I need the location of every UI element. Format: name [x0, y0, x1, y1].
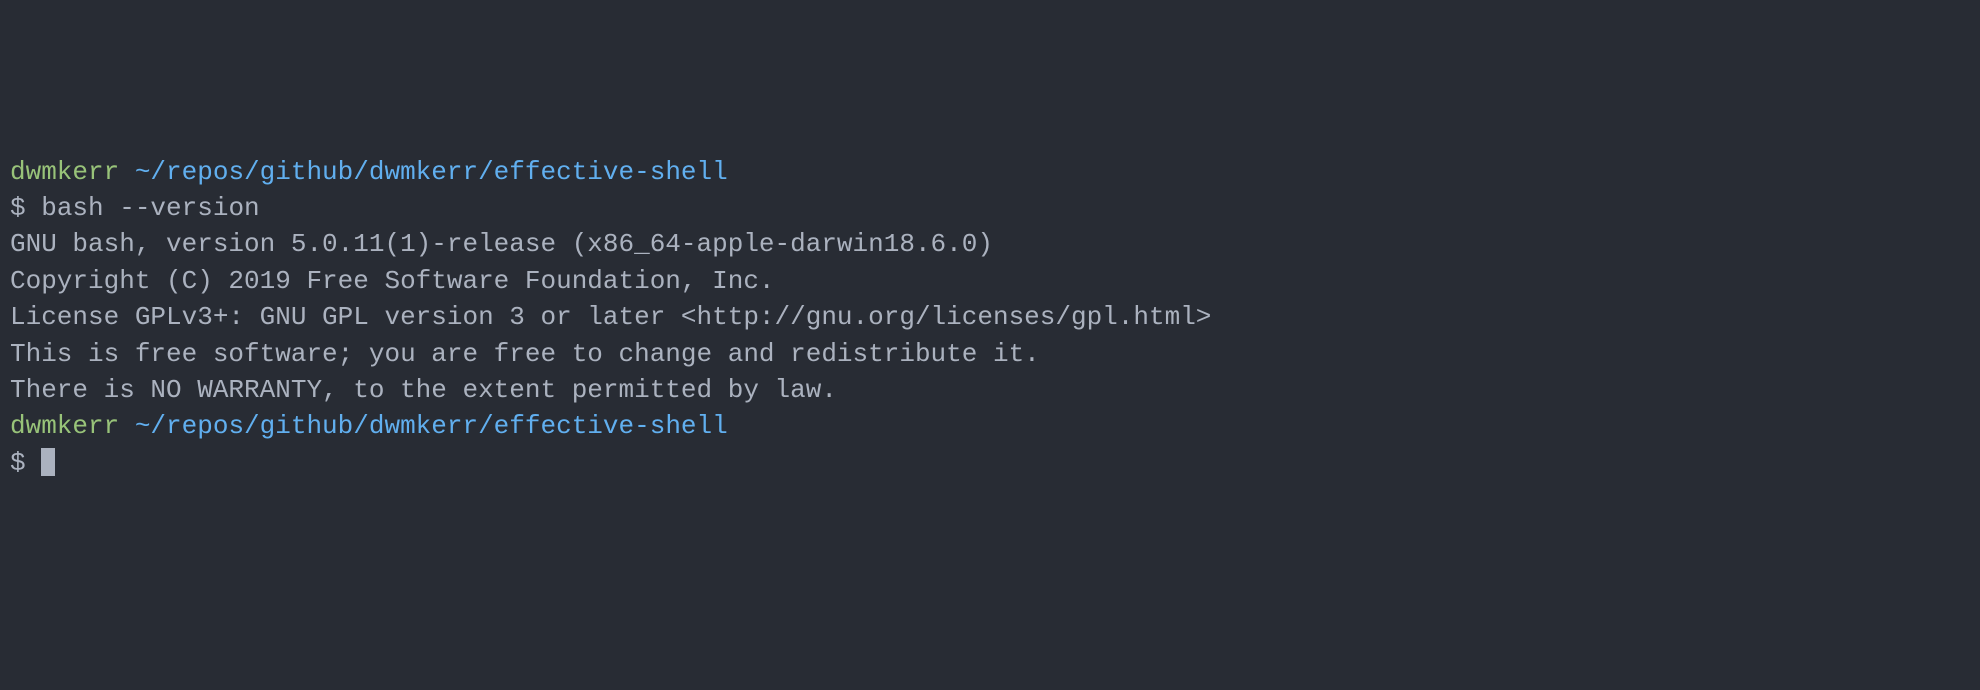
prompt-line-2: dwmkerr ~/repos/github/dwmkerr/effective… — [10, 408, 1970, 444]
prompt-symbol: $ — [10, 448, 26, 478]
output-line: This is free software; you are free to c… — [10, 336, 1970, 372]
prompt-path: ~/repos/github/dwmkerr/effective-shell — [135, 157, 728, 187]
command-line-1[interactable]: $ bash --version — [10, 190, 1970, 226]
command-line-2[interactable]: $ — [10, 445, 1970, 481]
prompt-line-1: dwmkerr ~/repos/github/dwmkerr/effective… — [10, 154, 1970, 190]
output-line: There is NO WARRANTY, to the extent perm… — [10, 372, 1970, 408]
output-line: Copyright (C) 2019 Free Software Foundat… — [10, 263, 1970, 299]
command-text: bash --version — [41, 193, 259, 223]
prompt-symbol: $ — [10, 193, 26, 223]
prompt-user: dwmkerr — [10, 411, 119, 441]
prompt-user: dwmkerr — [10, 157, 119, 187]
cursor-icon — [41, 448, 55, 476]
output-line: License GPLv3+: GNU GPL version 3 or lat… — [10, 299, 1970, 335]
prompt-path: ~/repos/github/dwmkerr/effective-shell — [135, 411, 728, 441]
output-line: GNU bash, version 5.0.11(1)-release (x86… — [10, 226, 1970, 262]
